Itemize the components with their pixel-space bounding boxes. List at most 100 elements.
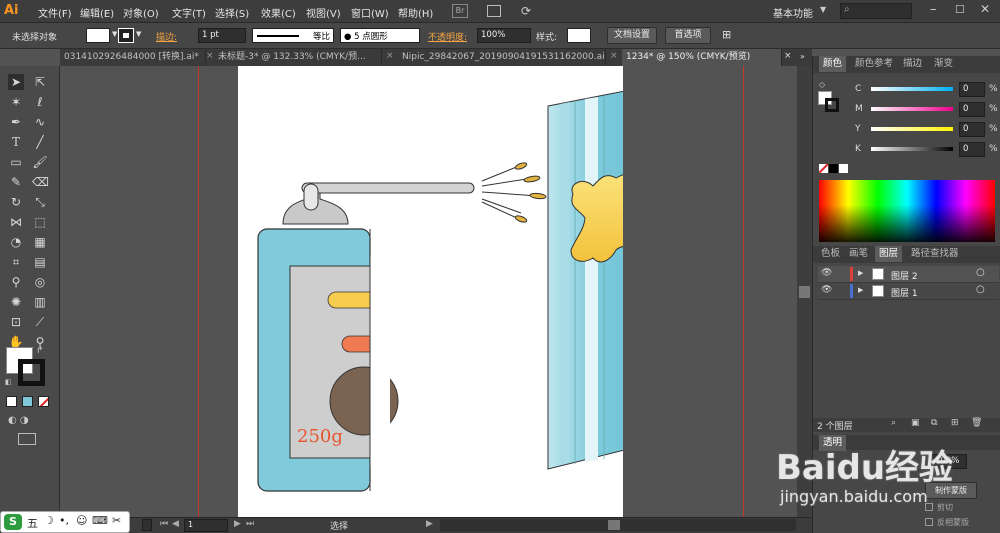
horizontal-scrollbar[interactable] [440, 519, 796, 531]
close-icon[interactable]: × [610, 51, 618, 61]
stroke-weight-field[interactable]: 1 pt [198, 28, 246, 43]
color-spectrum[interactable] [819, 180, 995, 242]
black-value[interactable]: 0 [959, 142, 985, 157]
artboard-number-field[interactable]: 1 [184, 519, 228, 532]
default-colors-icon[interactable]: ◧ [5, 378, 12, 386]
brush-select[interactable]: ● 5 点圆形 [340, 28, 420, 43]
tab-pathfinder[interactable]: 路径查找器 [907, 246, 963, 262]
eyedropper-tool-icon[interactable]: ⚲ [8, 274, 24, 290]
menu-effect[interactable]: 效果(C) [261, 5, 296, 20]
tab-layers[interactable]: 图层 [875, 246, 903, 262]
menu-select[interactable]: 选择(S) [215, 5, 249, 20]
sogou-logo-icon[interactable]: S [4, 514, 22, 530]
free-transform-tool-icon[interactable]: ⬚ [32, 214, 48, 230]
artboard[interactable]: 250g [238, 66, 682, 517]
line-tool-icon[interactable]: ╱ [32, 134, 48, 150]
status-menu-icon[interactable]: ▶ [426, 519, 433, 529]
drawing-mode-icon[interactable]: ◐ ◑ [8, 415, 29, 426]
fill-swatch[interactable] [86, 28, 110, 43]
tab-document-1[interactable]: 0314102926484000 [转换].ai* [60, 49, 206, 66]
bridge-button[interactable]: Br [452, 4, 468, 18]
selection-tool-icon[interactable]: ➤ [8, 74, 24, 90]
mesh-tool-icon[interactable]: ⌗ [8, 254, 24, 270]
last-artboard-icon[interactable]: ⏭ [246, 519, 254, 529]
emoji-icon[interactable]: ☺ [76, 514, 87, 527]
punctuation-icon[interactable]: •, [59, 514, 69, 527]
menu-edit[interactable]: 编辑(E) [80, 5, 114, 20]
next-artboard-icon[interactable]: ▶ [234, 519, 241, 529]
black-slider[interactable] [871, 147, 953, 151]
black-swatch[interactable] [829, 164, 838, 173]
expand-arrow-icon[interactable]: ▶ [858, 269, 863, 277]
curvature-tool-icon[interactable]: ∿ [32, 114, 48, 130]
first-artboard-icon[interactable]: ⏮ [160, 519, 168, 529]
graphic-style-swatch[interactable] [567, 28, 591, 43]
none-mode-icon[interactable] [38, 396, 49, 407]
scroll-thumb[interactable] [608, 520, 620, 530]
magic-wand-tool-icon[interactable]: ✶ [8, 94, 24, 110]
rotate-tool-icon[interactable]: ↻ [8, 194, 24, 210]
menu-file[interactable]: 文件(F) [38, 5, 72, 20]
artboard-tool-icon[interactable]: ⊡ [8, 314, 24, 330]
scale-tool-icon[interactable]: ⤡ [32, 194, 48, 210]
blend-tool-icon[interactable]: ◎ [32, 274, 48, 290]
search-input[interactable]: ⌕ [840, 3, 912, 19]
arrange-documents-icon[interactable] [487, 5, 501, 17]
scroll-thumb[interactable] [799, 286, 810, 298]
keyboard-icon[interactable]: ⌨ [92, 514, 108, 527]
swap-colors-icon[interactable]: ↱ [36, 346, 44, 356]
tab-document-3[interactable]: Nipic_29842067_20190904191531162000.ai* [398, 49, 606, 66]
chevron-down-icon[interactable]: ▼ [112, 30, 117, 38]
rectangle-tool-icon[interactable]: ▭ [8, 154, 24, 170]
cyan-slider[interactable] [871, 87, 953, 91]
ime-mode[interactable]: 五 [27, 515, 38, 531]
shape-builder-tool-icon[interactable]: ◔ [8, 234, 24, 250]
slice-tool-icon[interactable]: ⟋ [32, 314, 48, 330]
magenta-slider[interactable] [871, 107, 953, 111]
tab-color[interactable]: 颜色 [819, 56, 847, 72]
close-icon[interactable]: ✕ [980, 2, 990, 16]
width-tool-icon[interactable]: ⋈ [8, 214, 24, 230]
tab-document-2[interactable]: 未标题-3* @ 132.33% (CMYK/预... [214, 49, 382, 66]
tab-document-4[interactable]: 1234* @ 150% (CMYK/预览) [622, 49, 782, 66]
direct-selection-tool-icon[interactable]: ⇱ [32, 74, 48, 90]
column-graph-tool-icon[interactable]: ▥ [32, 294, 48, 310]
symbol-sprayer-tool-icon[interactable]: ✺ [8, 294, 24, 310]
pencil-tool-icon[interactable]: ✎ [8, 174, 24, 190]
layer-name[interactable]: 图层 2 [891, 269, 918, 282]
document-setup-button[interactable]: 文档设置 [607, 27, 657, 44]
opacity-field[interactable]: 100% [477, 28, 531, 43]
tab-gradient[interactable]: 渐变 [930, 56, 957, 72]
tab-stroke[interactable]: 描边 [899, 56, 926, 72]
layer-row[interactable]: 👁 ▶ 图层 1 ○ [818, 283, 999, 300]
screen-mode-icon[interactable] [18, 433, 36, 445]
tab-color-guide[interactable]: 颜色参考 [851, 56, 897, 72]
close-icon[interactable]: × [784, 51, 792, 61]
half-width-icon[interactable]: ☽ [44, 514, 54, 527]
perspective-grid-tool-icon[interactable]: ▦ [32, 234, 48, 250]
zoom-dropdown[interactable] [142, 519, 152, 531]
gpu-performance-icon[interactable]: ⟳ [521, 4, 531, 18]
spray-can[interactable] [257, 228, 399, 492]
none-swatch[interactable] [819, 164, 828, 173]
yellow-value[interactable]: 0 [959, 122, 985, 137]
prev-artboard-icon[interactable]: ◀ [172, 519, 179, 529]
maximize-icon[interactable]: ☐ [955, 3, 965, 16]
tab-brushes[interactable]: 画笔 [845, 246, 872, 262]
tab-swatches[interactable]: 色板 [817, 246, 844, 262]
expand-arrow-icon[interactable]: ▶ [858, 286, 863, 294]
eraser-tool-icon[interactable]: ⌫ [32, 174, 49, 190]
pen-tool-icon[interactable]: ✒ [8, 114, 24, 130]
target-circle-icon[interactable]: ○ [976, 284, 985, 295]
preferences-button[interactable]: 首选项 [665, 27, 711, 44]
menu-help[interactable]: 帮助(H) [398, 5, 433, 20]
close-icon[interactable]: × [206, 51, 214, 61]
minimize-icon[interactable]: – [930, 2, 937, 17]
magenta-value[interactable]: 0 [959, 102, 985, 117]
gradient-tool-icon[interactable]: ▤ [32, 254, 48, 270]
menu-window[interactable]: 窗口(W) [351, 5, 389, 20]
layer-name[interactable]: 图层 1 [891, 286, 918, 299]
opacity-label[interactable]: 不透明度: [428, 30, 467, 43]
white-swatch[interactable] [839, 164, 848, 173]
align-icon[interactable]: ⊞ [722, 28, 731, 41]
